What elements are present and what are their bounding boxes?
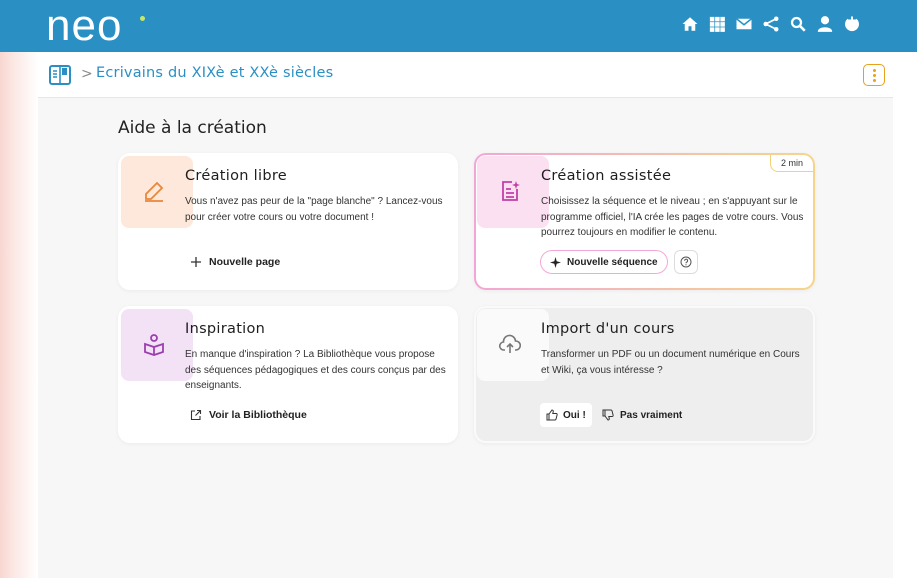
card-title: Création assistée: [541, 168, 672, 184]
help-icon: [680, 256, 692, 268]
no-label: Pas vraiment: [620, 409, 683, 421]
card-title: Inspiration: [185, 321, 266, 337]
card-description: Transformer un PDF ou un document numéri…: [541, 349, 800, 376]
view-library-label: Voir la Bibliothèque: [209, 409, 307, 421]
new-page-label: Nouvelle page: [209, 256, 281, 268]
home-icon[interactable]: [681, 14, 699, 34]
power-icon[interactable]: [843, 14, 861, 34]
card-title: Création libre: [185, 168, 287, 184]
plus-icon: [191, 257, 201, 267]
neo-logo[interactable]: neo: [46, 4, 122, 48]
new-sequence-button[interactable]: Nouvelle séquence: [540, 250, 668, 274]
ai-document-icon: [502, 181, 520, 201]
book-icon[interactable]: [49, 65, 71, 85]
cloud-upload-icon: [498, 334, 522, 353]
breadcrumb-title[interactable]: Ecrivains du XIXè et XXè siècles: [96, 65, 333, 81]
sparkle-icon: [550, 256, 561, 268]
card-description: Vous n'avez pas peur de la "page blanche…: [185, 196, 443, 223]
yes-label: Oui !: [563, 409, 586, 421]
card-description: En manque d'inspiration ? La Bibliothèqu…: [185, 349, 446, 392]
library-icon: [144, 334, 164, 356]
card-description: Choisissez la séquence et le niveau ; en…: [541, 196, 804, 239]
section-title: Aide à la création: [118, 118, 267, 138]
breadcrumb-separator: >: [81, 66, 93, 82]
thumbs-down-icon: [602, 409, 614, 421]
card-creation-libre[interactable]: Création libre Vous n'avez pas peur de l…: [118, 153, 458, 290]
top-bar: neo: [0, 0, 917, 52]
view-library-link[interactable]: Voir la Bibliothèque: [190, 409, 307, 421]
main-content: > Ecrivains du XIXè et XXè siècles Aide …: [38, 52, 893, 578]
search-icon[interactable]: [789, 14, 807, 34]
new-sequence-label: Nouvelle séquence: [567, 256, 658, 268]
external-link-icon: [190, 409, 202, 421]
no-button[interactable]: Pas vraiment: [600, 403, 684, 427]
help-button[interactable]: [674, 250, 698, 274]
mail-icon[interactable]: [735, 14, 753, 34]
header-icons: [681, 14, 861, 34]
card-title: Import d'un cours: [541, 321, 675, 337]
pencil-icon: [145, 181, 164, 202]
user-icon[interactable]: [816, 14, 834, 34]
duration-badge: 2 min: [769, 155, 813, 172]
apps-grid-icon[interactable]: [708, 14, 726, 34]
yes-button[interactable]: Oui !: [540, 403, 592, 427]
new-page-button[interactable]: Nouvelle page: [190, 256, 280, 268]
breadcrumb: > Ecrivains du XIXè et XXè siècles: [38, 52, 893, 98]
share-icon[interactable]: [762, 14, 780, 34]
thumbs-up-icon: [546, 409, 558, 421]
card-creation-assistee[interactable]: 2 min Création assistée Choisissez la sé…: [474, 153, 815, 290]
card-inspiration[interactable]: Inspiration En manque d'inspiration ? La…: [118, 306, 458, 443]
card-import-cours[interactable]: Import d'un cours Transformer un PDF ou …: [474, 306, 815, 443]
logo-dot: [140, 16, 145, 21]
kebab-menu-icon[interactable]: [863, 64, 885, 86]
